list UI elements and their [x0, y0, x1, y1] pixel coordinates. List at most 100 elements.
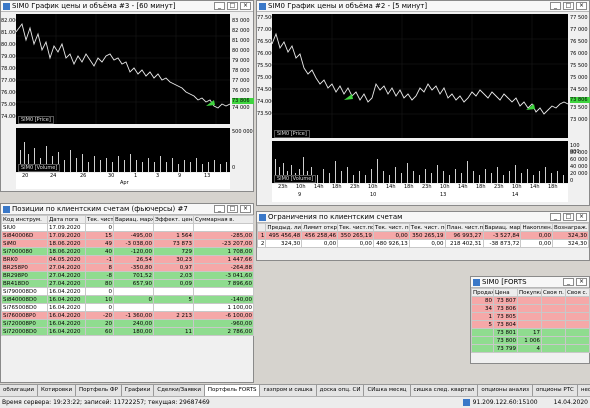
column-header[interactable]: Тек. чист. [85, 215, 114, 224]
workspace-tab[interactable]: Котировки [38, 385, 77, 396]
minimize-button[interactable]: _ [214, 205, 225, 213]
workspace-tab[interactable]: газпром и сишка [260, 385, 317, 396]
column-header[interactable] [256, 223, 267, 232]
window-titlebar[interactable]: SIM0 [FORTS _ × [471, 277, 589, 288]
window-titlebar[interactable]: SIM0 График цены и объёма #3 - [60 минут… [1, 1, 253, 12]
table-row[interactable]: 34 73 806 [471, 304, 590, 313]
table-cell [565, 296, 590, 305]
column-header[interactable]: Суммарная в. [193, 215, 254, 224]
minimize-button[interactable]: _ [550, 213, 561, 221]
column-header[interactable]: План. чист.поз. [444, 223, 484, 232]
workspace-tab[interactable]: доска опц. СИ [317, 385, 365, 396]
column-header[interactable]: Продаж [471, 288, 494, 297]
close-button[interactable]: × [576, 278, 587, 286]
order-book-table[interactable]: ПродажЦенаПокупкаСвоя п.Своя с. 8073 807… [471, 288, 590, 353]
limits-table[interactable]: Предыд. лим.Лимит откр. пТек. чист.поз.Т… [256, 223, 589, 248]
price-chart-window-60min[interactable]: SIM0 График цены и объёма #3 - [60 минут… [0, 0, 254, 192]
column-header[interactable]: Тек. чист.поз. [337, 223, 374, 232]
workspace-tab[interactable]: опционы РТС [533, 385, 578, 396]
table-row[interactable]: 1 495 456,48 456 258,46 350 265,19 0,00 350 2… [256, 231, 589, 240]
table-row[interactable]: BRK0 04.05.2020 -1 26,54 30,23 1 447,66 [1, 255, 254, 264]
table-row[interactable]: 5 73 804 [471, 320, 590, 329]
table-row[interactable]: Si840008D0 16.04.2020 10 0 5 -140,00 [1, 295, 254, 304]
table-cell: 1 [471, 312, 494, 321]
close-button[interactable]: × [576, 2, 587, 10]
table-row[interactable]: Si760008P0 16.04.2020 -20 -1 360,00 2 213 -6 … [1, 311, 254, 320]
close-button[interactable]: × [240, 2, 251, 10]
column-header[interactable]: Предыд. лим. [265, 223, 303, 232]
table-row[interactable]: SiM0 18.06.2020 49 -3 038,00 73 873 -23 207,0… [1, 239, 254, 248]
limits-window[interactable]: Ограничения по клиентским счетам _ □ × П… [256, 211, 590, 261]
axis-label: 20 000 [570, 171, 588, 177]
column-header[interactable]: Покупка [517, 288, 542, 297]
window-titlebar[interactable]: Позиции по клиентским счетам (фьючерсы) … [1, 204, 253, 215]
column-header[interactable]: Вариац. маржа [113, 215, 154, 224]
workspace-tabs[interactable]: облигации Котировки Портфель ФР Графики Сдел… [0, 384, 590, 396]
column-header[interactable]: Лимит откр. п [301, 223, 339, 232]
positions-table[interactable]: Код инструм. Дата пога Тек. чист. Вариац. м… [1, 215, 254, 336]
table-row[interactable]: 73 800 1 006 [471, 336, 590, 345]
price-plot[interactable]: SIM0 [Price] [16, 14, 230, 124]
table-row[interactable]: 73 799 4 [471, 344, 590, 353]
workspace-tab[interactable]: облигации [0, 385, 38, 396]
table-cell: -264,88 [193, 263, 254, 272]
table-row[interactable]: 2 324,30 0,00 0,00 480 926,13 0,00 218 402,31-… [256, 239, 589, 248]
table-cell: 73 807 [493, 296, 518, 305]
column-header[interactable]: Цена [493, 288, 518, 297]
price-chart-window-5min[interactable]: SIM0 График цены и объёма #2 - [5 минут]… [256, 0, 590, 206]
column-header[interactable]: Эффект. цена [153, 215, 194, 224]
workspace-tab[interactable]: СИшка месяц [364, 385, 411, 396]
workspace-tab[interactable]: нефть [578, 385, 590, 396]
workspace-tab[interactable]: Портфель FORTS [204, 385, 261, 396]
maximize-button[interactable]: □ [227, 2, 238, 10]
price-plot[interactable]: SIM0 [Price] [272, 14, 568, 138]
maximize-button[interactable]: □ [563, 213, 574, 221]
table-cell: 0 [85, 223, 114, 232]
table-row[interactable]: SIU0 17.09.2020 0 [1, 223, 254, 232]
column-header[interactable]: Вознаграж. [552, 223, 589, 232]
column-header[interactable]: Дата пога [47, 215, 86, 224]
window-titlebar[interactable]: SIM0 График цены и объёма #2 - [5 минут]… [257, 1, 589, 12]
table-row[interactable]: Si790008D0 16.04.2020 0 [1, 287, 254, 296]
table-row[interactable]: Si840006D 17.09.2020 15 -495,00 1 564 -285,00 [1, 231, 254, 240]
maximize-button[interactable]: □ [227, 205, 238, 213]
column-header[interactable]: Тек. чист. поз. [408, 223, 446, 232]
close-button[interactable]: × [240, 205, 251, 213]
column-header[interactable]: Тек. чист. поз. [372, 223, 410, 232]
column-header[interactable]: Накоплен. д. [520, 223, 554, 232]
column-header[interactable]: Своя с. [565, 288, 590, 297]
table-row[interactable]: BR298P0 27.04.2020 -8 701,52 2,03 -3 041,60 [1, 271, 254, 280]
axis-label: 77 500 [570, 15, 588, 21]
table-row[interactable]: Si7000080 18.06.2020 40 -120,00 729 1 708,00 [1, 247, 254, 256]
table-row[interactable]: BR258P0 27.04.2020 8 -350,80 0,97 -264,88 [1, 263, 254, 272]
table-row[interactable]: 73 801 17 [471, 328, 590, 337]
table-row[interactable]: 1 73 805 [471, 312, 590, 321]
positions-window[interactable]: Позиции по клиентским счетам (фьючерсы) … [0, 203, 254, 383]
minimize-button[interactable]: _ [563, 278, 574, 286]
workspace-tab[interactable]: сишка след. квартал [411, 385, 479, 396]
table-cell [541, 336, 566, 345]
window-titlebar[interactable]: Ограничения по клиентским счетам _ □ × [257, 212, 589, 223]
column-header[interactable]: Код инструм. [1, 215, 48, 224]
workspace-tab[interactable]: Портфель ФР [76, 385, 122, 396]
server-time: Время сервера: 19:23:22; записей: 117222… [2, 399, 210, 406]
volume-plot[interactable]: SIM0 [Volume] [272, 141, 568, 183]
close-button[interactable]: × [576, 213, 587, 221]
table-row[interactable]: Si720008D0 16.04.2020 60 180,00 11 2 786,00 [1, 327, 254, 336]
axis-label: 80 000 [232, 48, 250, 54]
maximize-button[interactable]: □ [563, 2, 574, 10]
table-row[interactable]: Si765008D0 16.04.2020 0 1 100,00 [1, 303, 254, 312]
workspace-tab[interactable]: Сделки/Заявки [154, 385, 205, 396]
order-book-window[interactable]: SIM0 [FORTS _ × ПродажЦенаПокупкаСвоя п.… [470, 276, 590, 364]
workspace-tab[interactable]: опционы анализ [478, 385, 534, 396]
volume-plot[interactable]: SIM0 [Volume] [16, 128, 230, 172]
minimize-button[interactable]: _ [550, 2, 561, 10]
column-header[interactable]: Своя п. [541, 288, 566, 297]
table-row[interactable]: Si720008P0 16.04.2020 20 240,00 -960,00 [1, 319, 254, 328]
workspace-tab[interactable]: Графики [122, 385, 155, 396]
table-cell [113, 303, 154, 312]
table-row[interactable]: BR418D0 27.04.2020 80 657,90 0,09 7 896,60 [1, 279, 254, 288]
table-row[interactable]: 80 73 807 [471, 296, 590, 305]
column-header[interactable]: Вариац. маржа [482, 223, 522, 232]
minimize-button[interactable]: _ [214, 2, 225, 10]
